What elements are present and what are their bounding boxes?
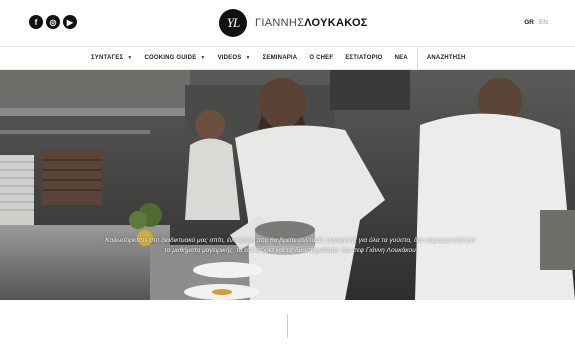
- facebook-icon[interactable]: f: [29, 15, 43, 29]
- nav-label: ΝΕΑ: [394, 55, 408, 61]
- brand-name: ΓΙΑΝΝΗΣΛΟΥΚΑΚΟΣ: [255, 17, 368, 29]
- hero-welcome-text: Καλωσορίσατε στο διαδικτυακό μας σπίτι, …: [105, 237, 475, 254]
- nav-item-restaurant[interactable]: ΕΣΤΙΑΤΟΡΙΟ: [345, 55, 382, 61]
- nav-item-seminars[interactable]: ΣΕΜΙΝΑΡΙΑ: [263, 55, 298, 61]
- lang-en[interactable]: EN: [539, 19, 548, 26]
- nav-label: ΣΥΝΤΑΓΕΣ: [91, 55, 124, 61]
- nav-item-chef[interactable]: Ο CHEF: [309, 55, 333, 61]
- social-links: f ◎ ▶: [29, 15, 77, 29]
- nav-label: VIDEOS: [217, 55, 242, 61]
- nav-label: COOKING GUIDE: [144, 55, 197, 61]
- hero-kitchen-image: [0, 70, 575, 300]
- lang-gr[interactable]: GR: [524, 19, 534, 26]
- brand-first-name: ΓΙΑΝΝΗΣ: [255, 17, 305, 29]
- site-header: f ◎ ▶ YL ΓΙΑΝΝΗΣΛΟΥΚΑΚΟΣ GR EN: [0, 0, 575, 46]
- page-content-area: [0, 300, 575, 344]
- youtube-icon[interactable]: ▶: [63, 15, 77, 29]
- chevron-down-icon: ▼: [200, 55, 206, 61]
- language-switcher: GR EN: [524, 19, 548, 26]
- chevron-down-icon: ▼: [245, 55, 251, 61]
- nav-item-news[interactable]: ΝΕΑ: [395, 55, 408, 61]
- main-nav: ΣΥΝΤΑΓΕΣ ▼ COOKING GUIDE ▼ VIDEOS ▼ ΣΕΜΙΝΑΡ…: [0, 46, 575, 70]
- nav-label: ΣΕΜΙΝΑΡΙΑ: [262, 55, 298, 61]
- nav-search-label: ΑΝΑΖΗΤΗΣΗ: [426, 55, 466, 61]
- decorative-divider: [287, 314, 288, 338]
- nav-item-recipes[interactable]: ΣΥΝΤΑΓΕΣ ▼: [91, 55, 132, 61]
- site-logo[interactable]: YL ΓΙΑΝΝΗΣΛΟΥΚΑΚΟΣ: [219, 9, 368, 37]
- brand-last-name: ΛΟΥΚΑΚΟΣ: [304, 17, 368, 29]
- chevron-down-icon: ▼: [127, 55, 133, 61]
- nav-label: Ο CHEF: [309, 55, 334, 61]
- nav-item-cooking-guide[interactable]: COOKING GUIDE ▼: [144, 55, 205, 61]
- nav-divider: [416, 47, 418, 69]
- nav-label: ΕΣΤΙΑΤΟΡΙΟ: [345, 55, 383, 61]
- logo-mark: YL: [219, 9, 247, 37]
- nav-item-videos[interactable]: VIDEOS ▼: [218, 55, 251, 61]
- instagram-icon[interactable]: ◎: [46, 15, 60, 29]
- nav-search[interactable]: ΑΝΑΖΗΤΗΣΗ: [427, 55, 466, 61]
- hero-banner: Καλωσορίσατε στο διαδικτυακό μας σπίτι, …: [0, 70, 575, 300]
